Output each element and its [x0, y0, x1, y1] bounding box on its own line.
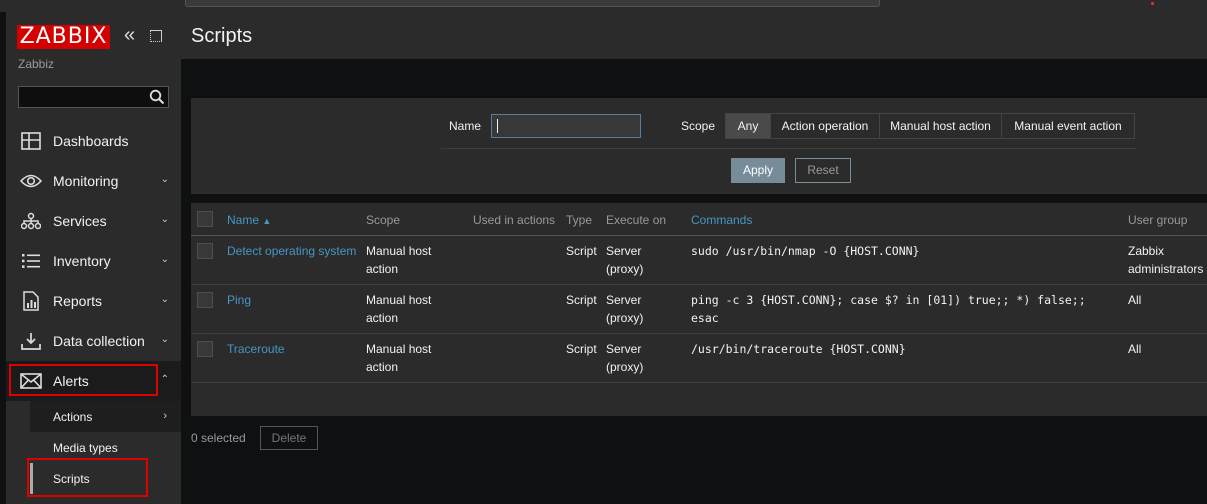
notification-dot [1151, 2, 1154, 5]
apply-button[interactable]: Apply [731, 158, 785, 183]
sidebar-item-label: Reports [53, 293, 103, 309]
script-command: sudo /usr/bin/nmap -O {HOST.CONN} [691, 244, 920, 258]
reset-button[interactable]: Reset [795, 158, 851, 183]
chevron-right-icon: › [163, 410, 167, 422]
envelope-icon [20, 371, 42, 391]
script-type: Script [566, 293, 597, 307]
script-user-group: All [1128, 342, 1142, 356]
chevron-down-icon: ⌄ [160, 334, 169, 345]
scope-option-manual-event-action[interactable]: Manual event action [1001, 113, 1135, 139]
script-scope: Manual host action [366, 293, 432, 325]
script-name-link[interactable]: Traceroute [227, 340, 285, 358]
column-header-commands[interactable]: Commands [691, 213, 752, 227]
scripts-table: Name ▲ Scope Used in actions Type Execut… [191, 203, 1207, 416]
submenu-item-label: Scripts [53, 471, 90, 486]
submenu-item-label: Actions [53, 409, 93, 424]
sort-asc-icon: ▲ [262, 216, 272, 226]
services-icon [20, 211, 42, 231]
filter-divider [441, 148, 1137, 149]
sidebar-item-label: Alerts [53, 373, 89, 389]
row-checkbox[interactable] [197, 243, 213, 259]
sidebar-item-label: Data collection [53, 333, 145, 349]
column-header-execute-on: Execute on [606, 213, 667, 227]
column-header-user-group: User group [1128, 213, 1188, 227]
scope-option-manual-host-action[interactable]: Manual host action [879, 113, 1002, 139]
kiosk-mode-icon[interactable] [150, 30, 162, 42]
sidebar-item-label: Services [53, 213, 107, 229]
sidebar-item-data-collection[interactable]: Data collection ⌄ [6, 321, 181, 361]
column-header-used-in-actions: Used in actions [473, 213, 556, 227]
script-user-group: All [1128, 293, 1142, 307]
sidebar-item-label: Monitoring [53, 173, 119, 189]
sidebar-item-alerts[interactable]: Alerts ⌃ [6, 361, 181, 401]
sidebar-item-reports[interactable]: Reports ⌄ [6, 281, 181, 321]
script-name-link[interactable]: Detect operating system [227, 242, 356, 260]
report-icon [20, 291, 42, 311]
dashboard-icon [20, 131, 42, 151]
sidebar: ZABBIX « Zabbiz Dashboards Monitoring ⌄ … [6, 12, 181, 504]
zabbix-logo[interactable]: ZABBIX [17, 25, 110, 49]
sidebar-item-inventory[interactable]: Inventory ⌄ [6, 241, 181, 281]
column-header-name[interactable]: Name ▲ [227, 213, 271, 227]
download-icon [20, 331, 42, 351]
server-name: Zabbiz [18, 57, 55, 71]
chevron-up-icon: ⌃ [160, 374, 169, 385]
sidebar-item-label: Inventory [53, 253, 111, 269]
submenu-item-actions[interactable]: Actions › [30, 401, 181, 432]
search-icon[interactable] [149, 89, 165, 105]
script-type: Script [566, 244, 597, 258]
submenu-item-label: Media types [53, 440, 118, 455]
script-execute-on: Server (proxy) [606, 342, 644, 374]
script-type: Script [566, 342, 597, 356]
chevron-down-icon: ⌄ [160, 214, 169, 225]
filter-name-label: Name [449, 119, 482, 133]
script-name-link[interactable]: Ping [227, 291, 251, 309]
row-checkbox[interactable] [197, 341, 213, 357]
selected-count: 0 selected [191, 431, 246, 445]
filter-name-input[interactable] [491, 114, 641, 138]
script-scope: Manual host action [366, 244, 432, 276]
list-icon [20, 251, 42, 271]
page-title: Scripts [191, 25, 253, 47]
address-bar[interactable] [185, 0, 880, 7]
delete-button[interactable]: Delete [260, 426, 318, 450]
sidebar-item-label: Dashboards [53, 133, 129, 149]
submenu-item-scripts[interactable]: Scripts [30, 463, 181, 494]
script-user-group: Zabbix administrators [1128, 244, 1204, 276]
filter-scope-label: Scope [681, 119, 716, 133]
scope-option-any[interactable]: Any [725, 113, 771, 139]
row-divider [191, 382, 1207, 383]
eye-icon [20, 171, 42, 191]
scope-option-action-operation[interactable]: Action operation [770, 113, 880, 139]
sidebar-item-monitoring[interactable]: Monitoring ⌄ [6, 161, 181, 201]
collapse-sidebar-icon[interactable]: « [124, 25, 142, 46]
script-command: /usr/bin/traceroute {HOST.CONN} [691, 342, 906, 356]
chevron-down-icon: ⌄ [160, 254, 169, 265]
row-checkbox[interactable] [197, 292, 213, 308]
script-execute-on: Server (proxy) [606, 293, 644, 325]
column-header-type: Type [566, 213, 593, 227]
sidebar-item-dashboards[interactable]: Dashboards [6, 121, 181, 161]
browser-top-strip [0, 0, 1207, 12]
row-divider [191, 333, 1207, 334]
sidebar-search-input[interactable] [18, 86, 169, 108]
header-divider [191, 235, 1207, 236]
script-scope: Manual host action [366, 342, 432, 374]
row-divider [191, 284, 1207, 285]
submenu-item-media-types[interactable]: Media types [30, 432, 181, 463]
chevron-down-icon: ⌄ [160, 174, 169, 185]
script-execute-on: Server (proxy) [606, 244, 644, 276]
filter-panel: Name Scope Any Action operation Manual h… [191, 98, 1207, 194]
script-command: ping -c 3 {HOST.CONN}; case $? in [01]) … [691, 293, 1086, 325]
column-header-scope: Scope [366, 213, 401, 227]
chevron-down-icon: ⌄ [160, 294, 169, 305]
sidebar-item-services[interactable]: Services ⌄ [6, 201, 181, 241]
text-cursor [497, 119, 498, 133]
select-all-checkbox[interactable] [197, 211, 213, 227]
page-header: Scripts [181, 12, 1207, 59]
